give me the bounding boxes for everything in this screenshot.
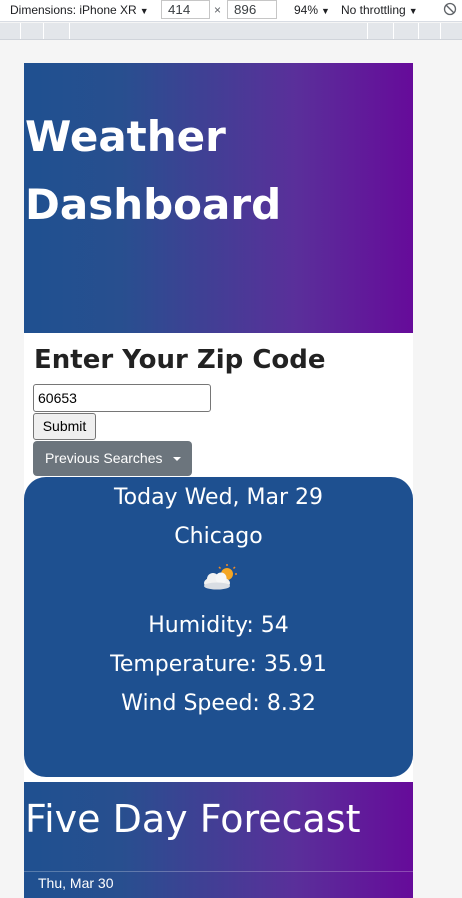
ruler-segment[interactable] bbox=[43, 23, 44, 39]
zip-code-input[interactable] bbox=[33, 384, 211, 412]
device-viewport: Weather Dashboard Enter Your Zip Code Su… bbox=[24, 63, 413, 898]
temperature-text: Temperature: 35.91 bbox=[110, 652, 327, 677]
rotate-device-icon[interactable] bbox=[443, 2, 457, 16]
device-width-input[interactable] bbox=[161, 0, 210, 19]
dimensions-label: Dimensions: iPhone XR bbox=[10, 3, 137, 17]
dimensions-dropdown[interactable]: Dimensions: iPhone XR ▼ bbox=[10, 3, 149, 19]
submit-button[interactable]: Submit bbox=[33, 413, 96, 440]
dropdown-caret-icon: ▼ bbox=[408, 6, 418, 16]
media-query-ruler[interactable] bbox=[0, 23, 462, 40]
wind-speed-text: Wind Speed: 8.32 bbox=[121, 691, 316, 716]
device-height-input[interactable] bbox=[227, 0, 277, 19]
page-title: Weather Dashboard bbox=[25, 112, 282, 229]
forecast-day-date: Thu, Mar 30 bbox=[38, 875, 114, 891]
zoom-label: 94% bbox=[294, 3, 319, 17]
ruler-segment[interactable] bbox=[440, 23, 441, 39]
ruler-segment[interactable] bbox=[418, 23, 419, 39]
ruler-segment[interactable] bbox=[393, 23, 394, 39]
dropdown-caret-icon: ▼ bbox=[139, 6, 149, 16]
devtools-device-toolbar: Dimensions: iPhone XR▼ × 94%▼ No throttl… bbox=[0, 0, 462, 22]
five-day-forecast: Five Day Forecast Thu, Mar 30 bbox=[24, 782, 413, 898]
today-weather-card: Today Wed, Mar 29 Chicago Humidity: 54 T… bbox=[24, 477, 413, 777]
throttling-dropdown[interactable]: No throttling ▼ bbox=[341, 3, 418, 19]
caret-down-icon bbox=[173, 457, 181, 461]
ruler-segment[interactable] bbox=[69, 23, 70, 39]
forecast-divider bbox=[24, 871, 413, 872]
zoom-dropdown[interactable]: 94% ▼ bbox=[294, 3, 330, 19]
today-date: Today Wed, Mar 29 bbox=[113, 485, 324, 510]
dropdown-caret-icon: ▼ bbox=[321, 6, 330, 16]
zip-heading: Enter Your Zip Code bbox=[34, 345, 326, 375]
city-name: Chicago bbox=[174, 524, 263, 549]
dimension-separator: × bbox=[214, 3, 222, 17]
forecast-title: Five Day Forecast bbox=[25, 797, 361, 841]
hero-banner: Weather Dashboard bbox=[24, 63, 413, 333]
ruler-segment[interactable] bbox=[367, 23, 368, 39]
ruler-segment[interactable] bbox=[20, 23, 21, 39]
previous-searches-label: Previous Searches bbox=[45, 450, 163, 466]
throttling-label: No throttling bbox=[341, 3, 406, 17]
previous-searches-dropdown[interactable]: Previous Searches bbox=[33, 441, 192, 476]
humidity-text: Humidity: 54 bbox=[148, 613, 289, 638]
partly-cloudy-icon bbox=[204, 564, 237, 590]
